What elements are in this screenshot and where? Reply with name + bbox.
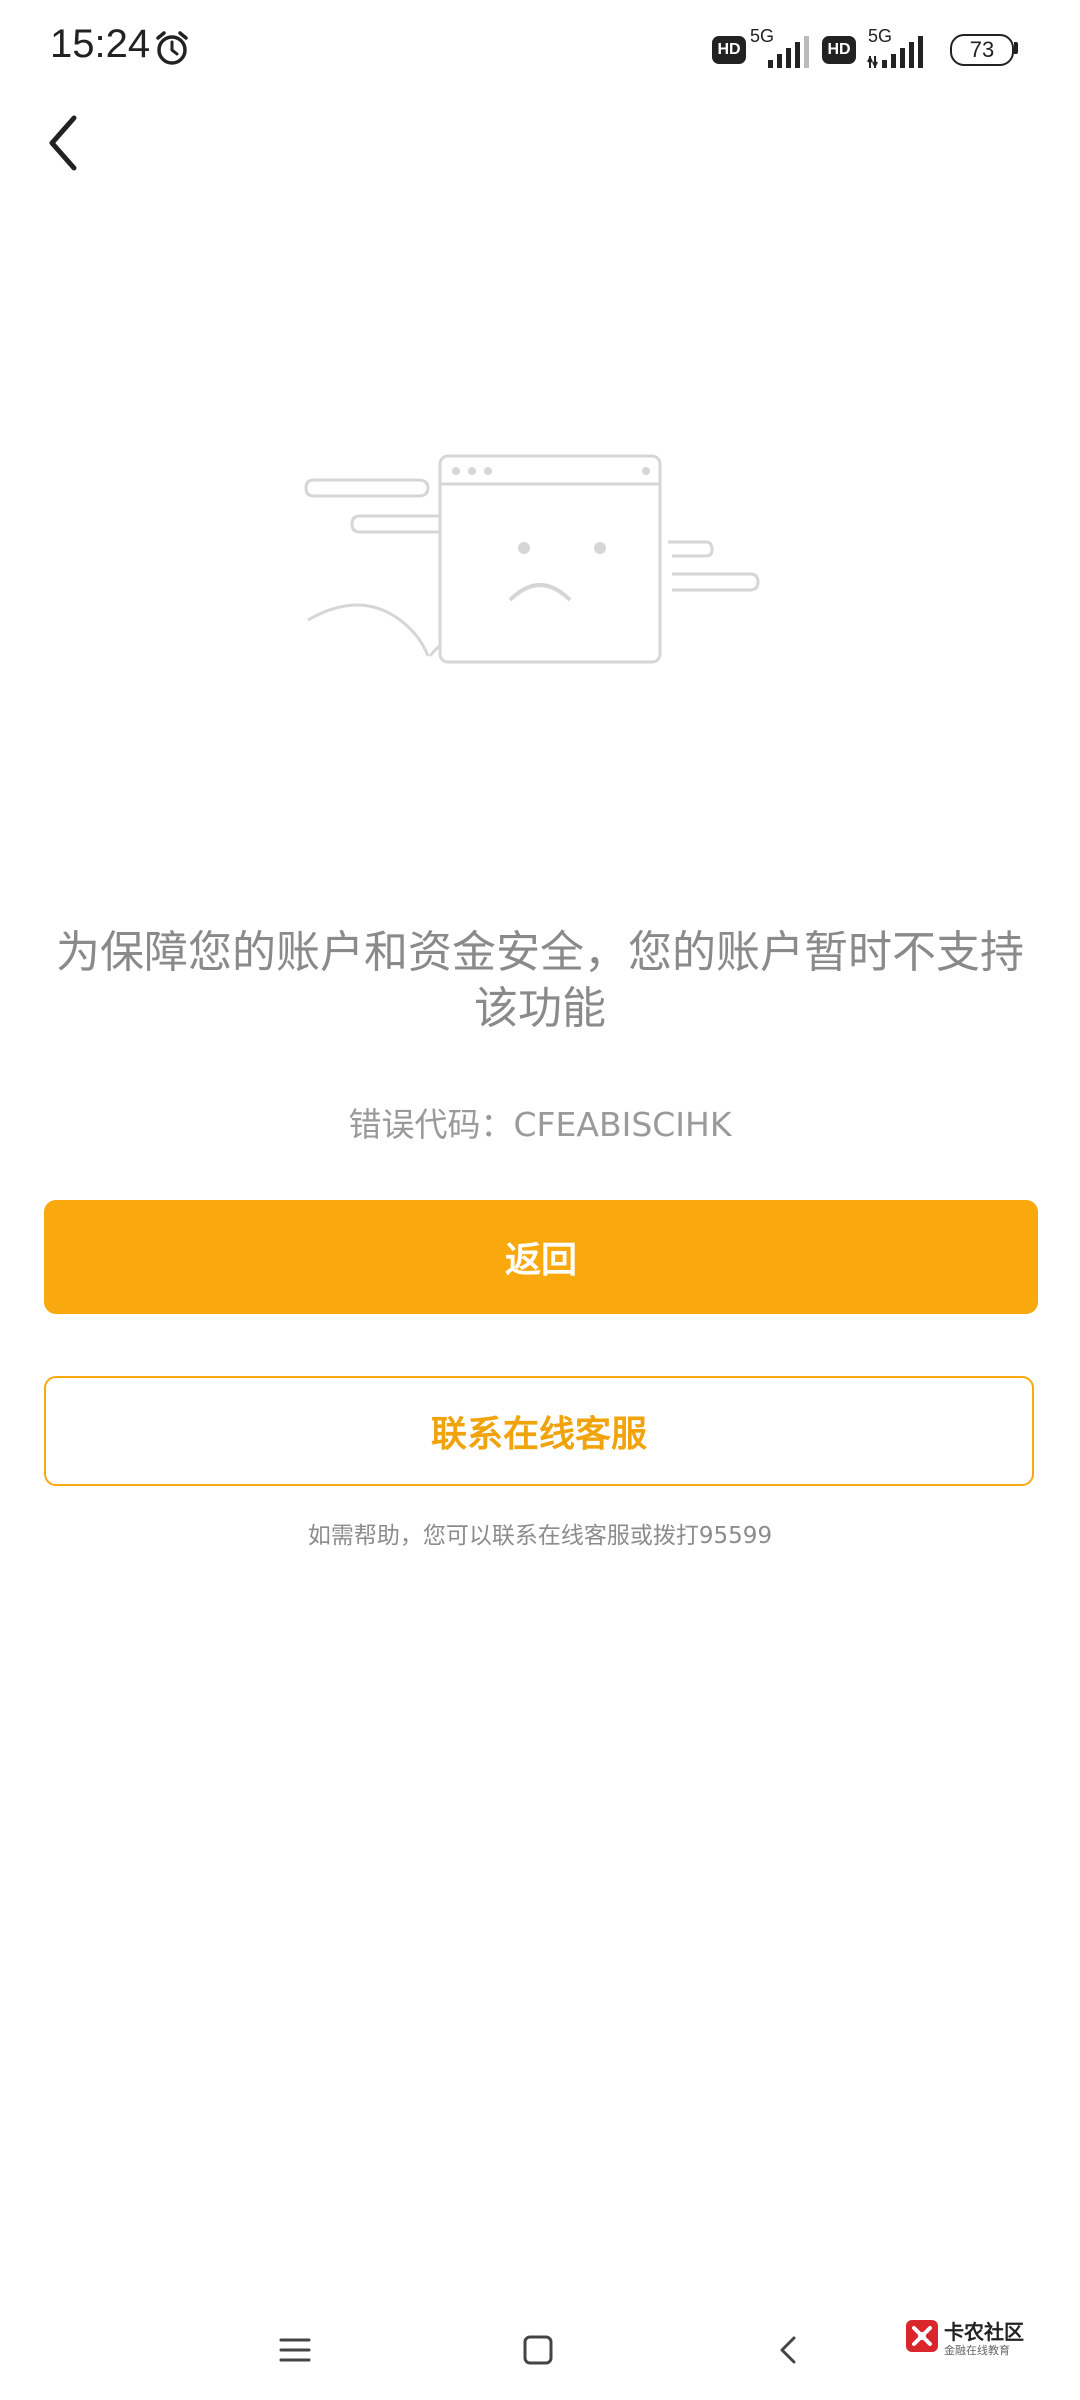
watermark-subtitle: 金融在线教育 xyxy=(944,2344,1010,2357)
back-button[interactable] xyxy=(40,108,90,178)
hd-badge: HD xyxy=(822,36,856,64)
sim1-signal: HD 5G xyxy=(712,26,822,68)
watermark-title: 卡农社区 xyxy=(944,2320,1024,2344)
watermark-logo: 卡农社区 金融在线教育 xyxy=(900,2316,1060,2366)
home-square-icon[interactable] xyxy=(508,2320,568,2380)
help-text: 如需帮助，您可以联系在线客服或拨打95599 xyxy=(307,1523,773,1549)
signal-bars-icon xyxy=(867,36,923,68)
return-button[interactable]: 返回 xyxy=(44,1200,1038,1314)
sad-browser-window-icon xyxy=(304,454,760,664)
watermark-icon xyxy=(906,2320,938,2352)
chevron-left-icon xyxy=(49,115,77,171)
contact-support-button[interactable]: 联系在线客服 xyxy=(44,1376,1034,1486)
status-bar: 15:24 HD 5G HD 5G 73 xyxy=(0,0,1080,100)
alarm-clock-icon xyxy=(156,31,188,65)
status-time: 15:24 xyxy=(50,22,151,66)
hd-badge: HD xyxy=(712,36,746,64)
battery-indicator: 73 xyxy=(950,34,1014,66)
error-message: 为保障您的账户和资金安全，您的账户暂时不支持该功能 xyxy=(56,927,1024,1034)
error-code: 错误代码：CFEABISCIHK xyxy=(348,1105,732,1144)
menu-icon[interactable] xyxy=(265,2320,325,2380)
sim2-signal: HD 5G xyxy=(822,26,942,68)
signal-bars-icon xyxy=(768,36,809,68)
battery-tip xyxy=(1014,42,1018,54)
back-triangle-icon[interactable] xyxy=(758,2320,818,2380)
